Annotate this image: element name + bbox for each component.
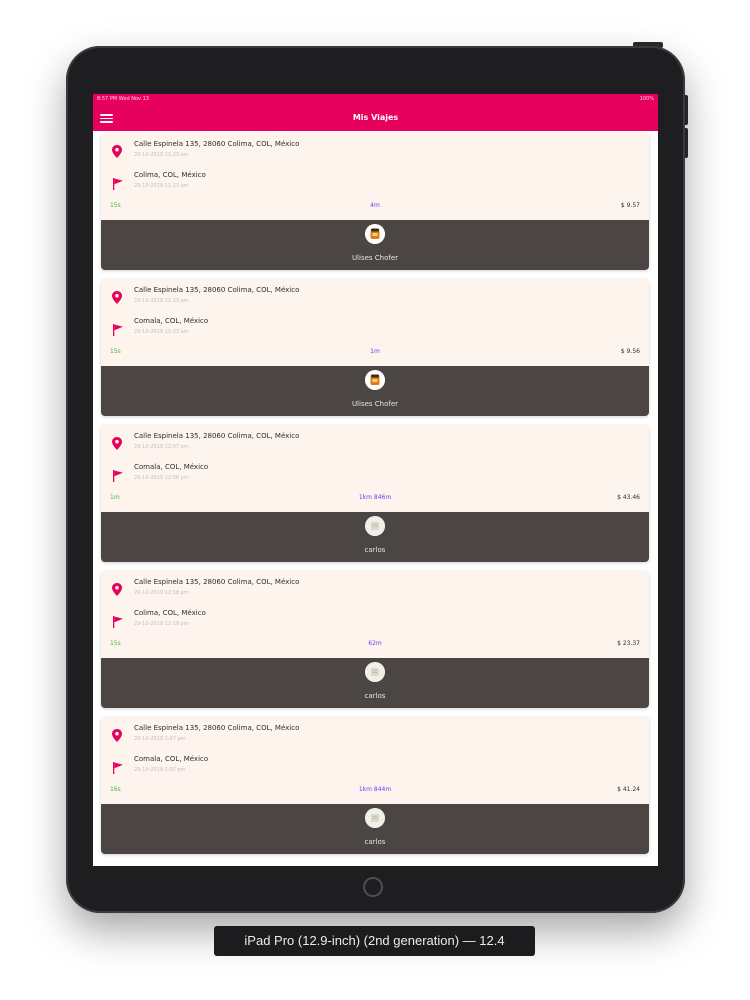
trip-distance: 1km 846m	[358, 494, 392, 501]
trip-destination: Comala, COL, México	[134, 463, 209, 471]
trip-origin: Calle Espinela 135, 28060 Colima, COL, M…	[134, 140, 300, 148]
simulator-stage: 8:57 PM Wed Nov 13 100% Mis Viajes Calle…	[0, 0, 750, 1000]
trip-origin-date: 29-10-2019 11:23 am	[134, 298, 189, 304]
trip-destination-date: 29-10-2019 1:07 pm	[134, 767, 186, 773]
trip-price: $ 9.57	[620, 202, 640, 209]
battery-level: 100%	[639, 96, 654, 102]
trip-destination-date: 29-10-2019 11:23 am	[134, 329, 189, 335]
trip-origin-date: 29-10-2019 1:07 pm	[134, 736, 186, 742]
location-pin-icon	[112, 289, 122, 304]
trip-destination: Comala, COL, México	[134, 755, 209, 763]
trip-card[interactable]: Calle Espinela 135, 28060 Colima, COL, M…	[101, 571, 649, 708]
trip-card[interactable]: Calle Espinela 135, 28060 Colima, COL, M…	[101, 133, 649, 270]
trip-destination: Colima, COL, México	[134, 171, 206, 179]
status-bar: 8:57 PM Wed Nov 13 100%	[93, 94, 658, 104]
driver-panel: carlos	[101, 512, 649, 562]
driver-name: Ulises Chofer	[351, 254, 399, 262]
driver-avatar	[365, 224, 385, 244]
trip-details: Calle Espinela 135, 28060 Colima, COL, M…	[101, 279, 649, 366]
trip-details: Calle Espinela 135, 28060 Colima, COL, M…	[101, 133, 649, 220]
flag-icon	[113, 175, 123, 190]
flag-icon	[113, 467, 123, 482]
flag-icon	[113, 613, 123, 628]
trip-distance: 4m	[370, 202, 380, 209]
trip-origin-date: 29-10-2019 11:23 am	[134, 152, 189, 158]
trip-origin: Calle Espinela 135, 28060 Colima, COL, M…	[134, 286, 300, 294]
driver-avatar	[365, 662, 385, 682]
trip-destination-date: 29-10-2019 12:19 pm	[134, 621, 189, 627]
trip-origin: Calle Espinela 135, 28060 Colima, COL, M…	[134, 578, 300, 586]
trip-details: Calle Espinela 135, 28060 Colima, COL, M…	[101, 717, 649, 804]
driver-avatar	[365, 516, 385, 536]
status-time-date: 8:57 PM Wed Nov 13	[97, 96, 149, 102]
trip-duration: 15s	[110, 348, 121, 355]
trip-distance: 1km 844m	[358, 786, 392, 793]
driver-avatar	[365, 370, 385, 390]
trip-price: $ 41.24	[617, 786, 640, 793]
driver-name: carlos	[364, 838, 386, 846]
trip-origin: Calle Espinela 135, 28060 Colima, COL, M…	[134, 432, 300, 440]
trip-origin: Calle Espinela 135, 28060 Colima, COL, M…	[134, 724, 300, 732]
trip-destination-date: 29-10-2019 11:23 am	[134, 183, 189, 189]
driver-name: carlos	[364, 546, 386, 554]
trip-origin-date: 29-10-2019 12:18 pm	[134, 590, 189, 596]
trip-card[interactable]: Calle Espinela 135, 28060 Colima, COL, M…	[101, 717, 649, 854]
location-pin-icon	[112, 435, 122, 450]
flag-icon	[113, 321, 123, 336]
trip-destination: Comala, COL, México	[134, 317, 209, 325]
location-pin-icon	[112, 727, 122, 742]
trip-details: Calle Espinela 135, 28060 Colima, COL, M…	[101, 425, 649, 512]
trip-duration: 15s	[110, 640, 121, 647]
driver-name: carlos	[364, 692, 386, 700]
trip-details: Calle Espinela 135, 28060 Colima, COL, M…	[101, 571, 649, 658]
driver-panel: carlos	[101, 658, 649, 708]
trip-origin-date: 29-10-2019 12:07 pm	[134, 444, 189, 450]
driver-panel: Ulises Chofer	[101, 366, 649, 416]
trip-duration: 16s	[110, 786, 121, 793]
simulator-device-caption: iPad Pro (12.9-inch) (2nd generation) — …	[214, 926, 535, 956]
trip-duration: 1m	[110, 494, 120, 501]
driver-name: Ulises Chofer	[351, 400, 399, 408]
trip-destination: Colima, COL, México	[134, 609, 206, 617]
trip-price: $ 23.37	[617, 640, 640, 647]
trip-distance: 1m	[370, 348, 380, 355]
trip-price: $ 43.46	[617, 494, 640, 501]
driver-panel: Ulises Chofer	[101, 220, 649, 270]
trip-price: $ 9.56	[620, 348, 640, 355]
driver-panel: carlos	[101, 804, 649, 854]
trip-card[interactable]: Calle Espinela 135, 28060 Colima, COL, M…	[101, 279, 649, 416]
location-pin-icon	[112, 581, 122, 596]
driver-avatar	[365, 808, 385, 828]
flag-icon	[113, 759, 123, 774]
home-button[interactable]	[363, 877, 383, 897]
trip-distance: 62m	[368, 640, 382, 647]
trip-destination-date: 29-10-2019 12:08 pm	[134, 475, 189, 481]
app-screen: 8:57 PM Wed Nov 13 100% Mis Viajes Calle…	[93, 94, 658, 866]
location-pin-icon	[112, 143, 122, 158]
navigation-bar: Mis Viajes	[93, 104, 658, 131]
page-title: Mis Viajes	[352, 113, 399, 122]
trip-card[interactable]: Calle Espinela 135, 28060 Colima, COL, M…	[101, 425, 649, 562]
trip-duration: 15s	[110, 202, 121, 209]
